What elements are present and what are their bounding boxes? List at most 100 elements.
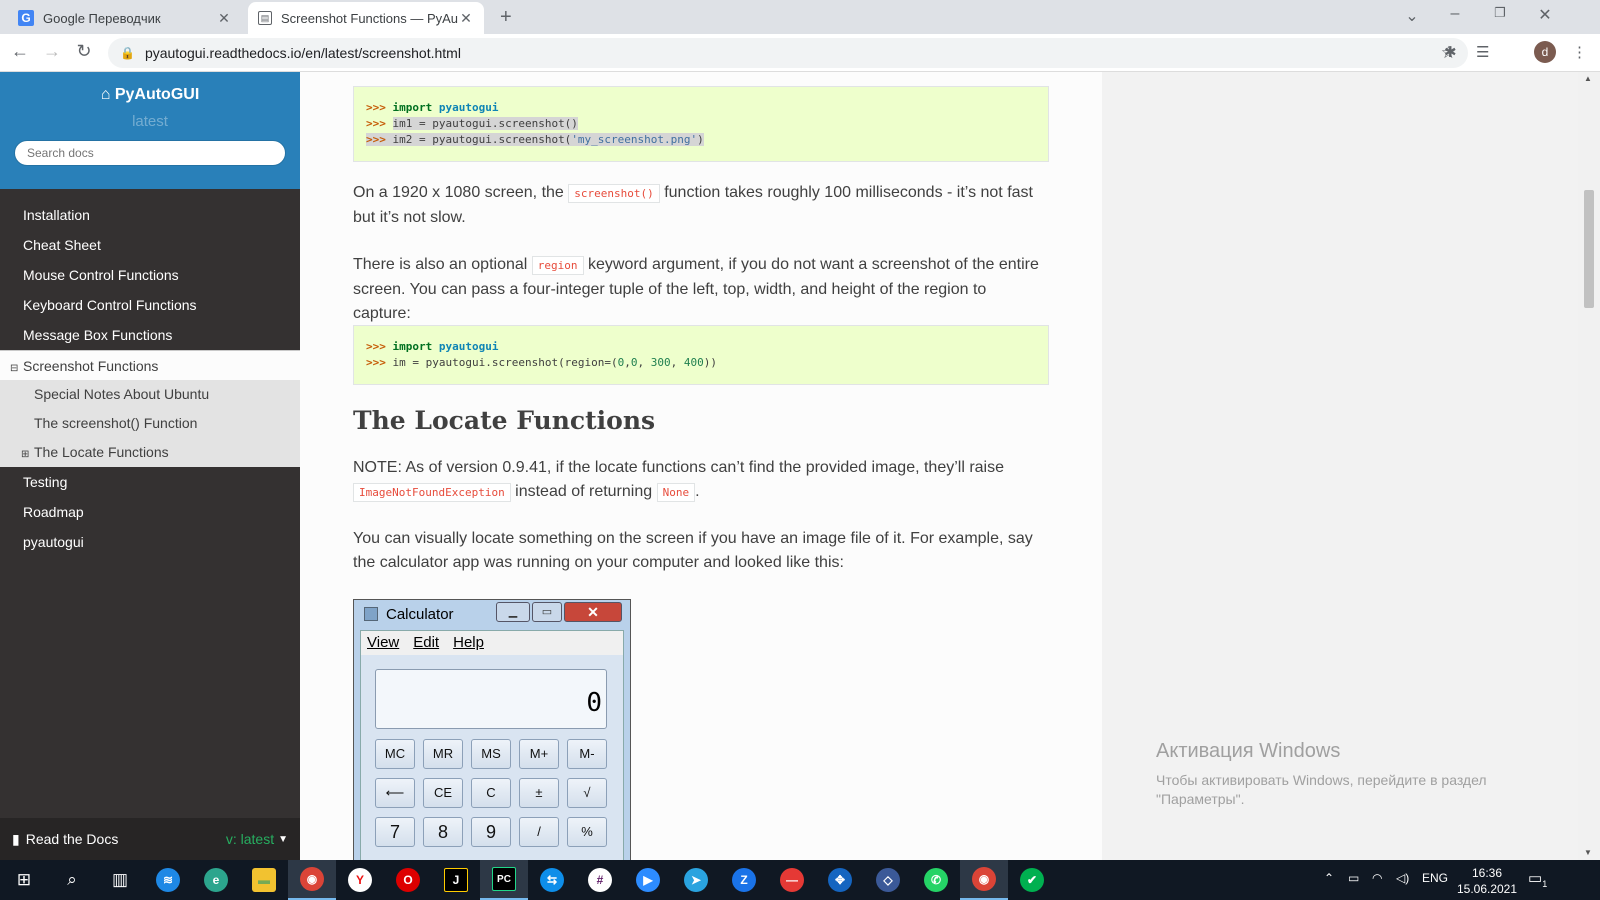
close-tab-icon[interactable]: ✕: [216, 10, 232, 27]
sidebar-item-roadmap[interactable]: Roadmap: [0, 497, 300, 527]
extensions-icon[interactable]: ✱: [1444, 43, 1457, 61]
calc-key: %: [567, 817, 607, 847]
paragraph-note: NOTE: As of version 0.9.41, if the locat…: [353, 459, 1005, 502]
file-explorer-icon[interactable]: ▬: [240, 860, 288, 900]
menu-help: Help: [453, 634, 484, 651]
read-the-docs-footer[interactable]: ▮ Read the Docs v: latest ▼: [0, 818, 300, 860]
scrollbar-thumb[interactable]: [1584, 190, 1594, 308]
sidebar-item-installation[interactable]: Installation: [0, 200, 300, 230]
pycharm-icon[interactable]: PC: [480, 860, 528, 900]
teamviewer-icon[interactable]: ⇆: [528, 860, 576, 900]
reading-list-icon[interactable]: ☰: [1476, 43, 1489, 61]
battery-icon[interactable]: ▭: [1348, 871, 1359, 885]
chevron-up-icon[interactable]: ⌃: [1324, 871, 1334, 885]
language-indicator[interactable]: ENG: [1422, 871, 1448, 885]
chrome-icon[interactable]: ◉: [288, 860, 336, 900]
reload-icon[interactable]: ↻: [72, 41, 96, 62]
app-icon[interactable]: ≋: [144, 860, 192, 900]
scroll-up-icon[interactable]: ▲: [1584, 74, 1592, 83]
clock[interactable]: 16:36 15.06.2021: [1456, 865, 1518, 897]
sidebar-item-label: Screenshot Functions: [23, 358, 159, 374]
slack-icon[interactable]: #: [576, 860, 624, 900]
sidebar-item-cheat-sheet[interactable]: Cheat Sheet: [0, 230, 300, 260]
whatsapp-icon[interactable]: ✆: [912, 860, 960, 900]
calc-key: 9: [471, 817, 511, 847]
recorder-icon[interactable]: —: [768, 860, 816, 900]
docs-sidebar: ⌂ PyAutoGUI latest Installation Cheat Sh…: [0, 72, 300, 860]
back-icon[interactable]: ←: [8, 41, 32, 62]
sidebar-item-testing[interactable]: Testing: [0, 467, 300, 497]
caret-down-icon: ▼: [278, 833, 288, 845]
wifi-icon[interactable]: ◠: [1372, 871, 1382, 885]
calc-key: M+: [519, 739, 559, 769]
calc-key: MS: [471, 739, 511, 769]
calc-key: MR: [423, 739, 463, 769]
project-link[interactable]: ⌂ PyAutoGUI: [0, 86, 300, 104]
telegram-icon[interactable]: ➤: [672, 860, 720, 900]
sidebar-subitem-locate-functions[interactable]: ⊞ The Locate Functions: [0, 438, 300, 467]
volume-icon[interactable]: ◁): [1396, 871, 1409, 885]
google-translate-icon: G: [18, 10, 34, 26]
maximize-icon: ▭: [532, 602, 562, 622]
paragraph-region: There is also an optional region keyword…: [353, 256, 1039, 322]
edge-icon[interactable]: e: [192, 860, 240, 900]
section-heading: The Locate Functions: [353, 406, 656, 435]
sidebar-subitem-screenshot-function[interactable]: The screenshot() Function: [0, 409, 300, 438]
address-toolbar: ← → ↻ 🔒 pyautogui.readthedocs.io/en/late…: [0, 34, 1600, 72]
paragraph-locate-intro: You can visually locate something on the…: [353, 530, 1033, 571]
avatar[interactable]: d: [1534, 41, 1556, 63]
tab-screenshot-functions[interactable]: ▤ Screenshot Functions — PyAutoGUI ✕: [248, 2, 484, 34]
app-green-icon[interactable]: ✔: [1008, 860, 1056, 900]
calc-key: 7: [375, 817, 415, 847]
sidebar-nav: Installation Cheat Sheet Mouse Control F…: [0, 189, 300, 557]
new-tab-icon[interactable]: +: [500, 6, 512, 29]
collapse-icon[interactable]: ⊟: [10, 354, 20, 384]
calc-key: C: [471, 778, 511, 808]
minimize-icon[interactable]: –: [1443, 5, 1467, 23]
sidebar-item-screenshot-functions[interactable]: ⊟ Screenshot Functions: [0, 350, 300, 380]
task-view-icon[interactable]: ▥: [96, 860, 144, 900]
tab-search-icon[interactable]: ⌄: [1400, 6, 1424, 26]
calc-key: CE: [423, 778, 463, 808]
expand-icon[interactable]: ⊞: [21, 440, 31, 469]
watermark-title: Активация Windows: [1156, 740, 1341, 762]
url-field[interactable]: 🔒 pyautogui.readthedocs.io/en/latest/scr…: [108, 38, 1468, 68]
tab-google-translate[interactable]: G Google Переводчик ✕: [8, 2, 242, 34]
forward-icon[interactable]: →: [40, 41, 64, 62]
windows-start-icon[interactable]: ⊞: [0, 860, 48, 900]
version-selector[interactable]: v: latest: [226, 831, 274, 847]
network-app-icon[interactable]: ✥: [816, 860, 864, 900]
close-tab-icon[interactable]: ✕: [458, 10, 474, 27]
sidebar-subitem-ubuntu[interactable]: Special Notes About Ubuntu: [0, 380, 300, 409]
sidebar-item-label: The Locate Functions: [34, 444, 169, 460]
calculator-image: Calculator ▁ ▭ ✕ View Edit Help 0 MC MR …: [353, 599, 631, 860]
sidebar-item-message-box[interactable]: Message Box Functions: [0, 320, 300, 350]
clock-time: 16:36: [1471, 866, 1503, 880]
virtualbox-icon[interactable]: ◇: [864, 860, 912, 900]
calculator-title: Calculator: [364, 606, 454, 623]
chrome-profile-icon[interactable]: ◉: [960, 860, 1008, 900]
search-input[interactable]: [14, 140, 286, 166]
app-z-icon[interactable]: Z: [720, 860, 768, 900]
minimize-icon: ▁: [496, 602, 530, 622]
home-icon: ⌂: [100, 86, 111, 103]
search-icon[interactable]: ⌕: [48, 860, 96, 900]
sidebar-item-pyautogui[interactable]: pyautogui: [0, 527, 300, 557]
sidebar-item-keyboard-control[interactable]: Keyboard Control Functions: [0, 290, 300, 320]
windows-activation-watermark: Активация Windows Чтобы активировать Win…: [1156, 740, 1526, 809]
sidebar-header: ⌂ PyAutoGUI latest: [0, 72, 300, 189]
inline-code: None: [656, 483, 696, 502]
menu-icon[interactable]: ⋮: [1572, 43, 1587, 61]
scroll-down-icon[interactable]: ▼: [1584, 848, 1592, 857]
yandex-browser-icon[interactable]: Y: [336, 860, 384, 900]
zoom-icon[interactable]: ▶: [624, 860, 672, 900]
sidebar-item-mouse-control[interactable]: Mouse Control Functions: [0, 260, 300, 290]
opera-icon[interactable]: O: [384, 860, 432, 900]
page-scrollbar[interactable]: ▲ ▼: [1578, 72, 1600, 860]
book-icon: ▮: [12, 830, 20, 847]
notifications-icon[interactable]: ▭1: [1528, 869, 1547, 889]
jetbrains-icon[interactable]: J: [432, 860, 480, 900]
close-window-icon[interactable]: ✕: [1533, 5, 1557, 25]
restore-icon[interactable]: ❐: [1488, 5, 1512, 21]
calculator-display: 0: [375, 669, 607, 729]
